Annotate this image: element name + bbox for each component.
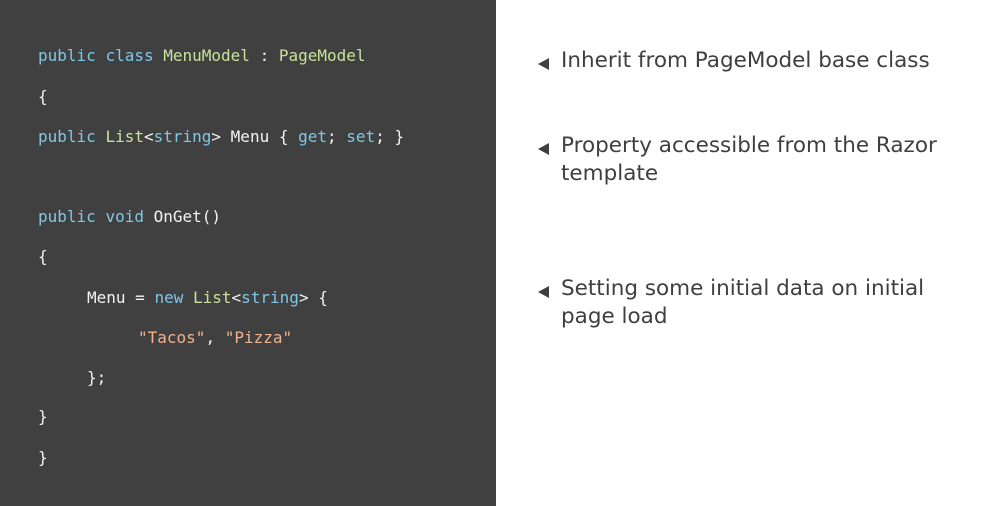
code-token: class: [105, 46, 164, 65]
code-token: {: [38, 87, 48, 106]
code-token: PageModel: [278, 46, 366, 65]
annotation-text: Setting some initial data on initial pag…: [561, 276, 925, 329]
notes-panel: [496, 0, 984, 506]
code-token: <: [143, 127, 154, 146]
code-panel: public class MenuModel : PageModel { pub…: [0, 0, 496, 506]
code-token: MenuModel: [163, 46, 250, 65]
code-line: };: [87, 367, 106, 389]
code-line: {: [38, 86, 48, 108]
code-line: public List<string> Menu { get; set; }: [38, 126, 404, 148]
code-token: string: [241, 288, 299, 307]
annotation-text: Inherit from PageModel base class: [561, 48, 930, 73]
code-token: set: [346, 127, 376, 146]
code-line: Menu = new List<string> {: [87, 287, 328, 309]
code-token: {: [38, 247, 48, 266]
code-token: }: [38, 448, 48, 467]
code-token: OnGet(): [153, 207, 222, 226]
left-arrow-icon: [538, 143, 549, 155]
code-token: public: [38, 46, 106, 65]
code-token: string: [153, 127, 212, 146]
annotation-text: Property accessible from the Razor templ…: [561, 133, 937, 186]
code-line: public void OnGet(): [38, 206, 221, 228]
code-token: };: [87, 368, 107, 387]
code-token: public: [38, 127, 106, 146]
left-arrow-icon: [538, 58, 549, 70]
code-token: List: [105, 127, 144, 146]
code-token: void: [105, 207, 154, 226]
code-token: :: [249, 46, 279, 65]
left-arrow-icon: [538, 286, 549, 298]
code-token: ,: [205, 328, 225, 347]
code-token: public: [38, 207, 106, 226]
code-token: <: [231, 288, 242, 307]
code-line: }: [38, 406, 48, 428]
code-token: get: [298, 127, 328, 146]
code-line: {: [38, 246, 48, 268]
code-token: Menu =: [87, 288, 155, 307]
code-line: }: [38, 447, 48, 469]
code-token: ;: [327, 127, 347, 146]
code-token: > Menu {: [211, 127, 299, 146]
code-token: "Tacos": [138, 328, 206, 347]
code-token: ; }: [375, 127, 405, 146]
code-token: List: [192, 288, 232, 307]
code-token: }: [38, 407, 48, 426]
code-line: public class MenuModel : PageModel: [38, 45, 366, 67]
code-line: "Tacos", "Pizza": [138, 327, 292, 349]
code-token: > {: [298, 288, 328, 307]
code-token: "Pizza": [224, 328, 293, 347]
code-token: new: [154, 288, 193, 307]
